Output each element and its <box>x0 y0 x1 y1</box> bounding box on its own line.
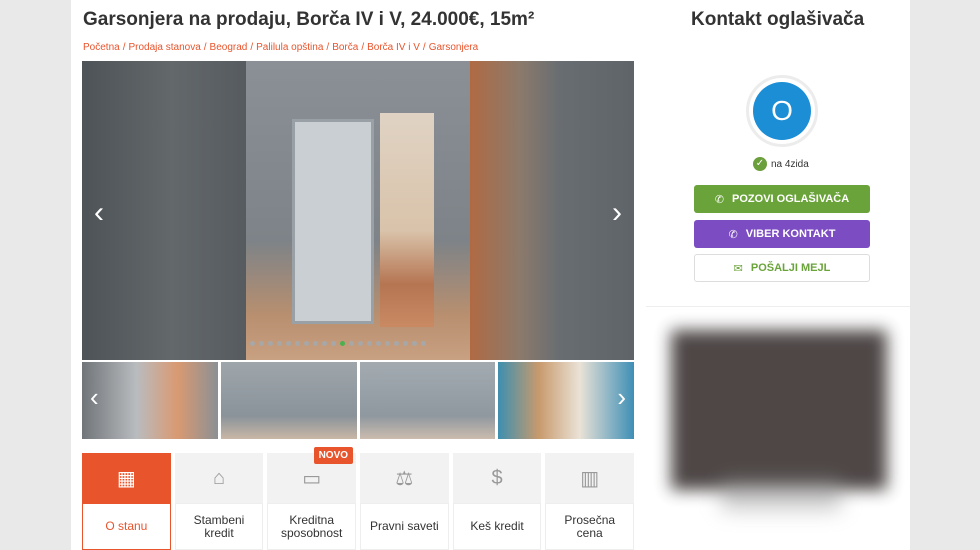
gallery-photo-main[interactable] <box>246 61 470 360</box>
gallery-dot[interactable] <box>385 341 390 346</box>
call-button[interactable]: ✆ POZOVI OGLAŠIVAČA <box>694 185 870 213</box>
thumbnail-strip: ‹ › <box>82 362 634 439</box>
gallery-dot[interactable] <box>394 341 399 346</box>
bank-icon: ⌂ <box>212 466 226 489</box>
gallery-dot[interactable] <box>286 341 291 346</box>
envelope-icon: ✉ <box>733 262 743 275</box>
viber-icon: ✆ <box>728 228 738 241</box>
tab-pravni-saveti[interactable]: ⚖ Pravni saveti <box>360 453 449 550</box>
viber-button[interactable]: ✆ VIBER KONTAKT <box>694 220 870 248</box>
thumbnail[interactable] <box>359 362 496 439</box>
phone-icon: ✆ <box>714 193 725 206</box>
divider <box>646 306 910 307</box>
dollar-icon: $ <box>491 466 503 489</box>
mail-button[interactable]: ✉ POŠALJI MEJL <box>694 254 870 282</box>
page-title: Garsonjera na prodaju, Borča IV i V, 24.… <box>83 9 535 30</box>
check-icon: ✓ <box>753 157 767 171</box>
tab-kes-kredit[interactable]: $ Keš kredit <box>452 453 542 550</box>
gallery-dot[interactable] <box>403 341 408 346</box>
tab-label: O stanu <box>82 503 171 550</box>
breadcrumb-link[interactable]: Prodaja stanova <box>128 42 200 53</box>
verified-text: na 4zida <box>771 158 809 170</box>
avatar: O <box>746 75 818 147</box>
blurred-ad-caption <box>721 480 841 510</box>
gallery-dot[interactable] <box>358 341 363 346</box>
thumbnail[interactable] <box>220 362 357 439</box>
thumbnail[interactable]: ‹ <box>82 362 218 439</box>
mail-label: POŠALJI MEJL <box>750 262 831 274</box>
contact-title: Kontakt oglašivača <box>691 9 865 30</box>
gallery-dot[interactable] <box>322 341 327 346</box>
tab-kreditna-sposobnost[interactable]: NOVO ▭ Kreditna sposobnost <box>267 447 357 550</box>
gallery-dot[interactable] <box>349 341 354 346</box>
gallery-dot[interactable] <box>340 341 345 346</box>
gallery-dot[interactable] <box>412 341 417 346</box>
new-badge: NOVO <box>313 447 354 464</box>
door-image <box>292 119 374 324</box>
tab-o-stanu[interactable]: ▦ O stanu <box>82 453 171 550</box>
breadcrumb-link[interactable]: Garsonjera <box>429 42 478 53</box>
breadcrumb-link[interactable]: Palilula opština <box>256 42 323 53</box>
breadcrumb-link[interactable]: Početna <box>83 42 120 53</box>
viber-label: VIBER KONTAKT <box>745 228 836 240</box>
breadcrumb: Početna / Prodaja stanova / Beograd / Palil… <box>83 42 479 53</box>
gallery-dot[interactable] <box>250 341 255 346</box>
avatar-letter: O <box>753 82 811 140</box>
chevron-right-icon[interactable]: › <box>617 382 626 413</box>
listing-page: Garsonjera na prodaju, Borča IV i V, 24.… <box>71 0 910 550</box>
thumbnail[interactable]: › <box>498 362 634 439</box>
breadcrumb-link[interactable]: Borča <box>332 42 358 53</box>
gallery-dots <box>250 341 426 346</box>
gallery-photo-prev <box>82 61 246 360</box>
gallery-dot[interactable] <box>331 341 336 346</box>
breadcrumb-link[interactable]: Borča IV i V <box>367 42 420 53</box>
chevron-left-icon[interactable]: ‹ <box>94 196 104 230</box>
gallery-dot[interactable] <box>277 341 282 346</box>
chart-icon: ▥ <box>580 467 600 490</box>
breadcrumb-link[interactable]: Beograd <box>210 42 248 53</box>
tab-label: Prosečna cena <box>545 503 635 550</box>
photo-gallery: ‹ › <box>82 61 634 360</box>
scales-icon: ⚖ <box>395 467 414 490</box>
doorway-image <box>380 113 434 327</box>
chevron-right-icon[interactable]: › <box>612 196 622 230</box>
tab-label: Pravni saveti <box>360 503 449 550</box>
feature-tabs: ▦ O stanu ⌂ Stambeni kredit NOVO ▭ Kredi… <box>82 447 635 550</box>
tab-label: Keš kredit <box>452 503 542 550</box>
building-icon: ▦ <box>116 467 136 490</box>
gallery-dot[interactable] <box>313 341 318 346</box>
tab-label: Kreditna sposobnost <box>267 503 357 550</box>
call-label: POZOVI OGLAŠIVAČA <box>732 193 850 205</box>
gallery-dot[interactable] <box>376 341 381 346</box>
gallery-dot[interactable] <box>421 341 426 346</box>
verified-badge: ✓ na 4zida <box>753 157 809 171</box>
chevron-left-icon[interactable]: ‹ <box>90 382 99 413</box>
gallery-dot[interactable] <box>304 341 309 346</box>
gallery-photo-next <box>470 61 634 360</box>
tab-stambeni-kredit[interactable]: ⌂ Stambeni kredit <box>174 453 264 550</box>
gallery-dot[interactable] <box>295 341 300 346</box>
gallery-dot[interactable] <box>268 341 273 346</box>
tab-prosecna-cena[interactable]: ▥ Prosečna cena <box>545 453 635 550</box>
blurred-ad <box>671 330 887 490</box>
gallery-dot[interactable] <box>367 341 372 346</box>
tab-label: Stambeni kredit <box>174 503 264 550</box>
gallery-dot[interactable] <box>259 341 264 346</box>
